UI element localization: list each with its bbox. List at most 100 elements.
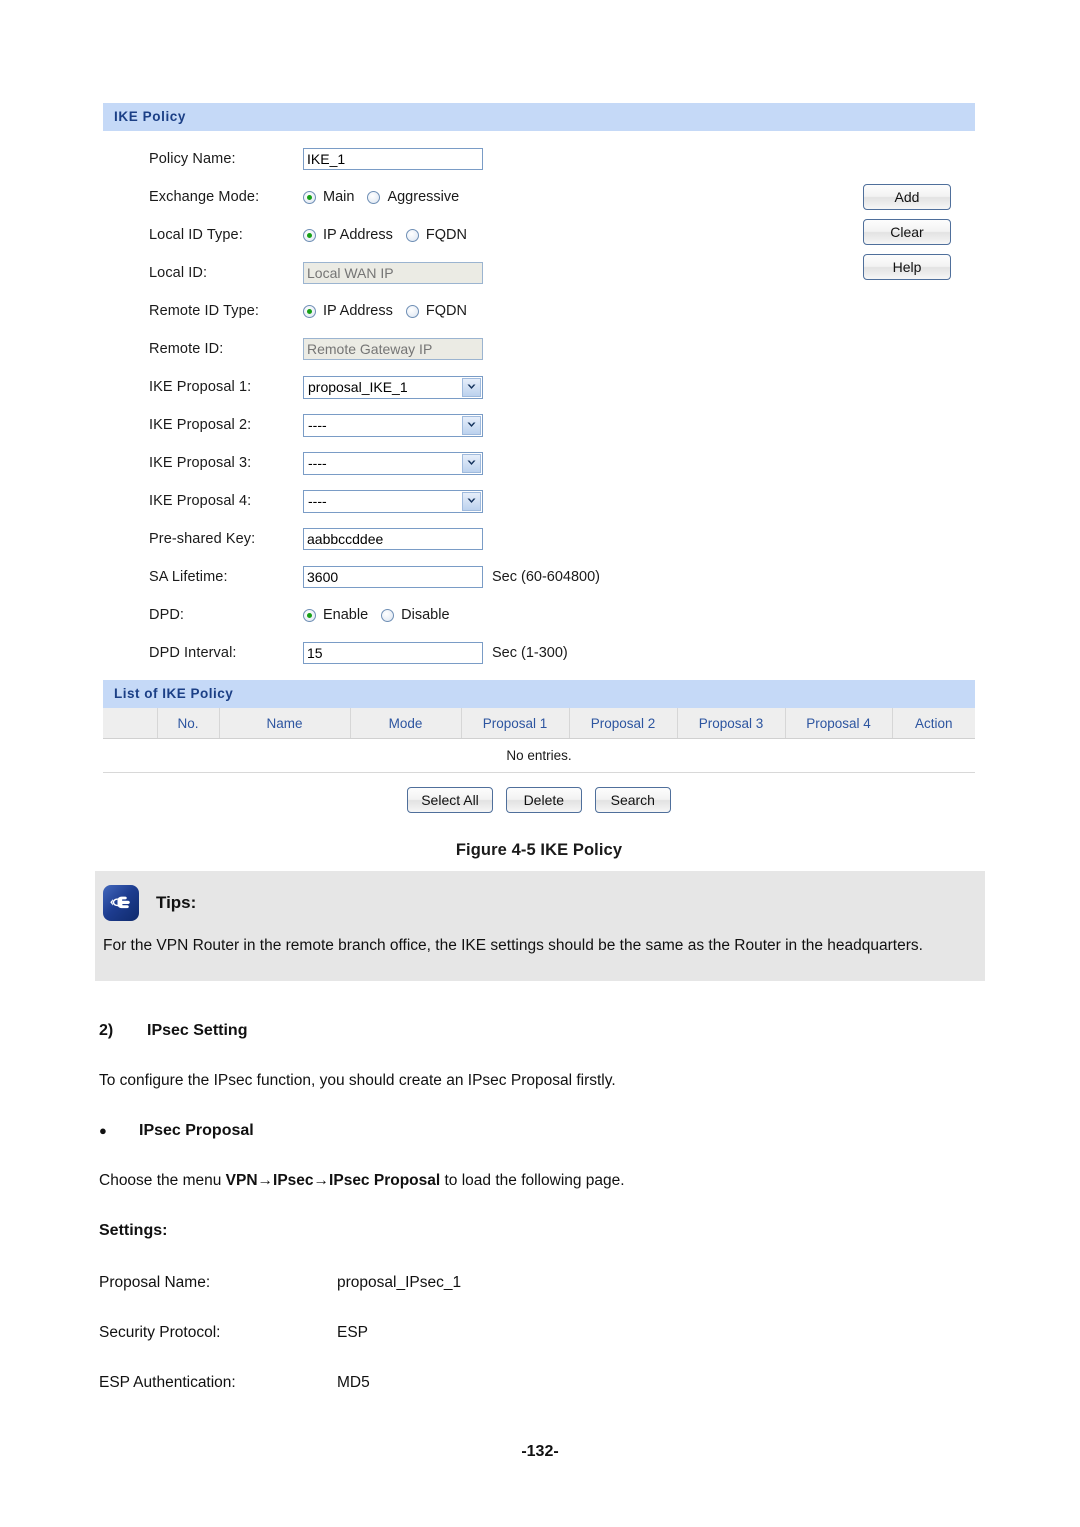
panel-title-ike-policy: IKE Policy — [103, 103, 975, 131]
select-value: proposal_IKE_1 — [308, 379, 408, 395]
local-id-input — [303, 262, 483, 284]
label-dpd: DPD: — [149, 607, 185, 623]
menu-instruction-paragraph: Choose the menu VPN→IPsec→IPsec Proposal… — [99, 1170, 985, 1192]
radio-icon-unselected — [405, 304, 419, 318]
label-ike-proposal-4: IKE Proposal 4: — [149, 493, 252, 509]
radio-icon-selected — [303, 190, 316, 204]
column-header-checkbox — [103, 708, 158, 739]
side-button-group: Add Clear Help — [863, 184, 951, 280]
add-button[interactable]: Add — [863, 184, 951, 210]
settings-heading: Settings: — [99, 1222, 168, 1239]
menu-sentence-suffix: to load the following page. — [440, 1172, 625, 1189]
chevron-down-icon[interactable] — [462, 415, 481, 435]
sa-lifetime-input[interactable] — [303, 566, 483, 588]
radio-icon-selected — [303, 608, 316, 622]
tips-header: Tips: — [95, 883, 985, 923]
column-header-name: Name — [219, 708, 351, 739]
radio-dpd-enable[interactable]: Enable — [303, 607, 368, 623]
label-dpd-interval: DPD Interval: — [149, 645, 237, 661]
radio-icon-unselected — [367, 190, 381, 204]
intro-paragraph: To configure the IPsec function, you sho… — [99, 1072, 616, 1089]
table-empty-message: No entries. — [103, 738, 975, 773]
label-remote-id-type: Remote ID Type: — [149, 303, 260, 319]
local-id-type-radio-group: IP Address FQDN — [303, 227, 480, 243]
bullet-title: IPsec Proposal — [139, 1122, 254, 1139]
label-ike-proposal-1: IKE Proposal 1: — [149, 379, 252, 395]
document-content: 2) IPsec Setting To configure the IPsec … — [99, 1022, 985, 1424]
label-local-id: Local ID: — [149, 265, 208, 281]
select-value: ---- — [308, 417, 327, 433]
column-header-mode: Mode — [350, 708, 462, 739]
label-local-id-type: Local ID Type: — [149, 227, 243, 243]
settings-key: Security Protocol: — [99, 1324, 221, 1341]
remote-id-type-radio-group: IP Address FQDN — [303, 303, 480, 319]
select-all-button[interactable]: Select All — [407, 787, 493, 813]
label-ike-proposal-3: IKE Proposal 3: — [149, 455, 252, 471]
settings-row-proposal-name: Proposal Name: proposal_IPsec_1 — [99, 1274, 985, 1292]
table-header-row: No. Name Mode Proposal 1 Proposal 2 Prop… — [103, 708, 975, 739]
row-ike-proposal-3: IKE Proposal 3: ---- — [103, 444, 975, 482]
policy-name-input[interactable] — [303, 148, 483, 170]
row-sa-lifetime: SA Lifetime: Sec (60-604800) — [103, 558, 975, 596]
row-policy-name: Policy Name: — [103, 140, 975, 178]
panel-title-list-of-ike-policy: List of IKE Policy — [103, 680, 975, 708]
ike-proposal-1-select[interactable]: proposal_IKE_1 — [303, 375, 483, 399]
ike-policy-figure: IKE Policy Policy Name: Exchange Mode: M… — [103, 103, 975, 860]
ike-proposal-2-select[interactable]: ---- — [303, 413, 483, 437]
table-action-button-group: Select All Delete Search — [103, 773, 975, 825]
label-sa-lifetime: SA Lifetime: — [149, 569, 228, 585]
radio-icon-selected — [303, 304, 316, 318]
help-button[interactable]: Help — [863, 254, 951, 280]
menu-path: VPN→IPsec→IPsec Proposal — [225, 1172, 441, 1189]
settings-value: proposal_IPsec_1 — [337, 1274, 462, 1291]
ike-proposal-3-select[interactable]: ---- — [303, 451, 483, 475]
label-remote-id: Remote ID: — [149, 341, 224, 357]
search-button[interactable]: Search — [594, 787, 671, 813]
row-ike-proposal-4: IKE Proposal 4: ---- — [103, 482, 975, 520]
settings-key: Proposal Name: — [99, 1274, 211, 1291]
tips-title: Tips: — [156, 893, 197, 912]
label-pre-shared-key: Pre-shared Key: — [149, 531, 256, 547]
clear-button[interactable]: Clear — [863, 219, 951, 245]
radio-remote-id-type-ip-address[interactable]: IP Address — [303, 303, 393, 319]
row-remote-id: Remote ID: — [103, 330, 975, 368]
radio-icon-unselected — [405, 228, 419, 242]
column-header-proposal-4: Proposal 4 — [785, 708, 893, 739]
radio-exchange-mode-main[interactable]: Main — [303, 189, 354, 205]
dpd-interval-input[interactable] — [303, 642, 483, 664]
row-remote-id-type: Remote ID Type: IP Address FQDN — [103, 292, 975, 330]
radio-label-main: Main — [323, 189, 355, 205]
delete-button[interactable]: Delete — [505, 787, 582, 813]
chevron-down-icon[interactable] — [462, 453, 481, 473]
radio-label-ip-address: IP Address — [323, 227, 393, 243]
radio-local-id-type-fqdn[interactable]: FQDN — [405, 227, 467, 243]
row-dpd: DPD: Enable Disable — [103, 596, 975, 634]
row-local-id: Local ID: — [103, 254, 975, 292]
column-header-proposal-2: Proposal 2 — [569, 708, 678, 739]
dpd-interval-hint: Sec (1-300) — [492, 645, 568, 661]
radio-remote-id-type-fqdn[interactable]: FQDN — [405, 303, 467, 319]
ike-proposal-4-select[interactable]: ---- — [303, 489, 483, 513]
radio-local-id-type-ip-address[interactable]: IP Address — [303, 227, 393, 243]
radio-label-aggressive: Aggressive — [387, 189, 460, 205]
exchange-mode-radio-group: Main Aggressive — [303, 189, 472, 205]
chevron-down-icon[interactable] — [462, 377, 481, 397]
row-ike-proposal-2: IKE Proposal 2: ---- — [103, 406, 975, 444]
section-title: IPsec Setting — [147, 1022, 248, 1039]
page-number: -132- — [521, 1443, 559, 1460]
radio-dpd-disable[interactable]: Disable — [381, 607, 450, 623]
label-ike-proposal-2: IKE Proposal 2: — [149, 417, 252, 433]
settings-row-esp-authentication: ESP Authentication: MD5 — [99, 1374, 985, 1392]
ike-policy-form: Policy Name: Exchange Mode: Main Aggress… — [103, 131, 975, 680]
bullet-marker-icon: ● — [99, 1123, 107, 1138]
tips-box: Tips: For the VPN Router in the remote b… — [95, 871, 985, 981]
pre-shared-key-input[interactable] — [303, 528, 483, 550]
pointing-hand-icon — [103, 885, 139, 921]
figure-caption: Figure 4-5 IKE Policy — [455, 841, 623, 859]
radio-exchange-mode-aggressive[interactable]: Aggressive — [367, 189, 459, 205]
chevron-down-icon[interactable] — [462, 491, 481, 511]
column-header-proposal-3: Proposal 3 — [677, 708, 786, 739]
section-heading-ipsec-setting: 2) IPsec Setting — [99, 1022, 985, 1040]
label-exchange-mode: Exchange Mode: — [149, 189, 260, 205]
menu-sentence-prefix: Choose the menu — [99, 1172, 226, 1189]
